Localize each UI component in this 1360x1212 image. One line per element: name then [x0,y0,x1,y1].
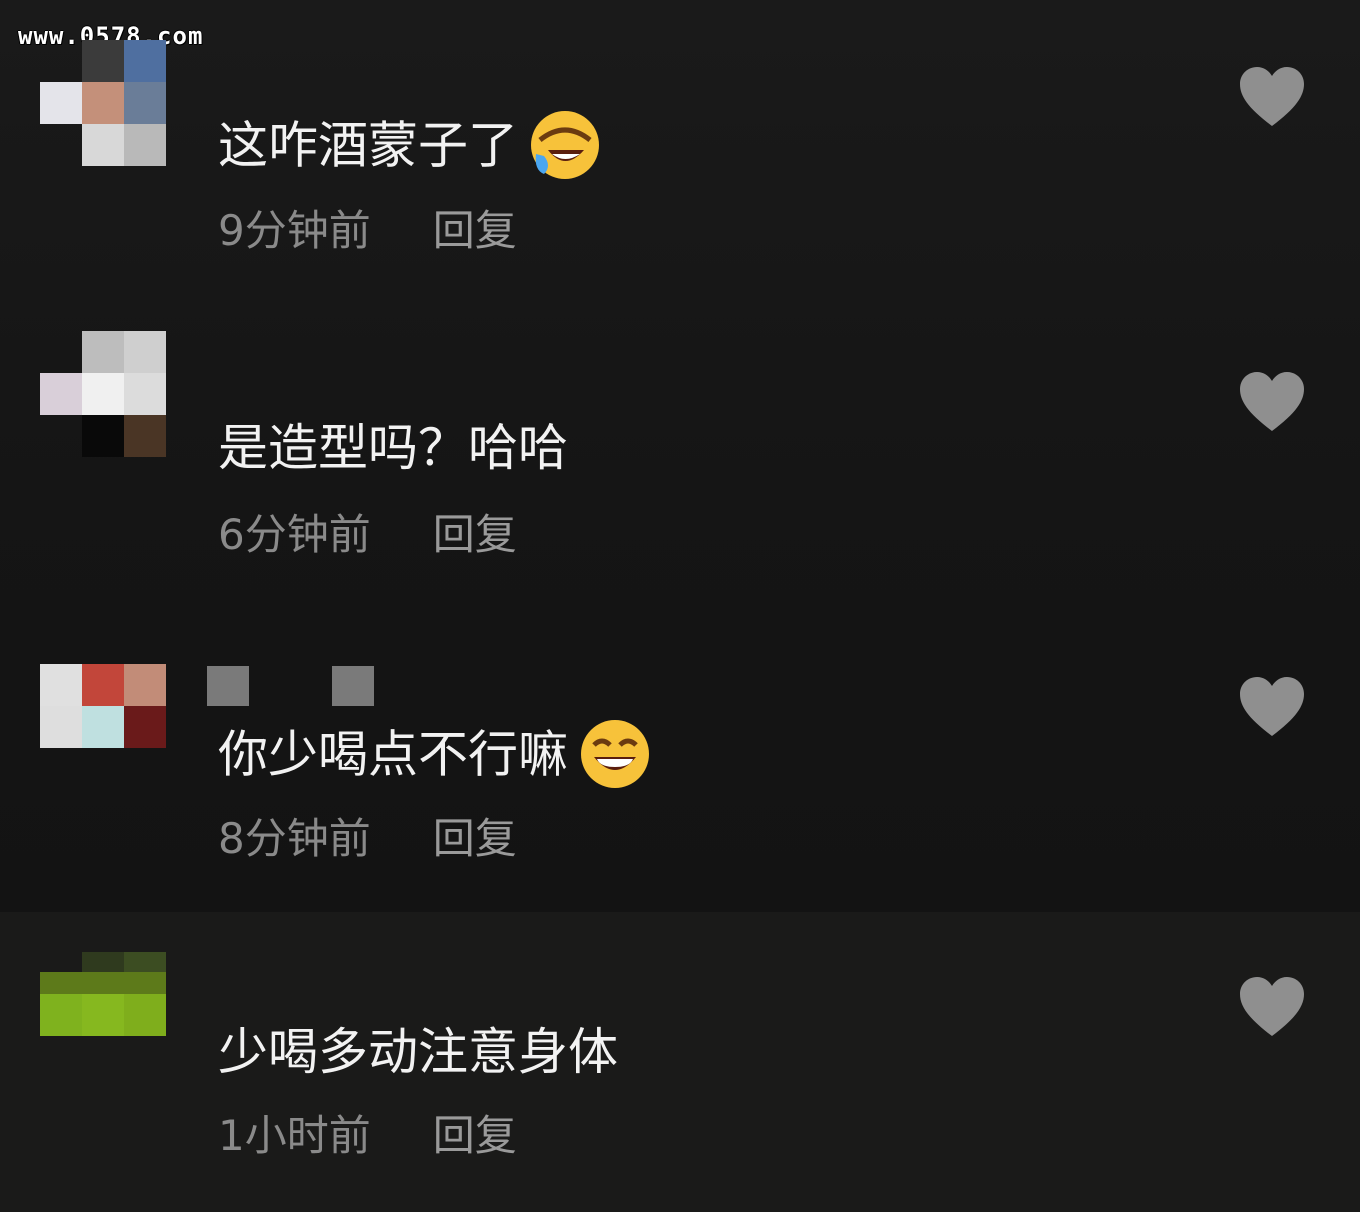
comment-meta: 1小时前 回复 [218,1111,517,1161]
comment-time: 1小时前 [218,1111,371,1160]
comment-time: 8分钟前 [218,814,371,863]
avatar[interactable] [40,952,168,1080]
heart-icon[interactable] [1238,66,1306,128]
rolling-on-floor-laughing-emoji [530,110,600,180]
comment-text-content: 你少喝点不行嘛 [218,725,568,784]
reply-button[interactable]: 回复 [433,814,517,863]
reply-button[interactable]: 回复 [433,206,517,255]
comment-text-content: 少喝多动注意身体 [218,1023,618,1081]
reply-button[interactable]: 回复 [433,1111,517,1160]
comment-meta: 6分钟前 回复 [218,510,517,560]
comment-meta: 9分钟前 回复 [218,206,517,256]
comment-text-content: 是造型吗？哈哈 [218,419,568,477]
comment-text-content: 这咋酒蒙子了 [218,116,518,175]
comment-item: 这咋酒蒙子了 9分钟前 回复 [0,0,1360,300]
comment-text: 你少喝点不行嘛 [218,720,650,793]
heart-icon[interactable] [1238,371,1306,433]
heart-icon[interactable] [1238,976,1306,1038]
comment-list-screen: www.0578.com 这咋酒蒙子了 9分钟前 回复 是造型吗？哈哈 6分钟前… [0,0,1360,1212]
comment-item: 是造型吗？哈哈 6分钟前 回复 [0,305,1360,605]
comment-meta: 8分钟前 回复 [218,814,517,864]
grinning-face-emoji [580,719,650,789]
comment-time: 9分钟前 [218,206,371,255]
comment-text: 是造型吗？哈哈 [218,418,568,478]
avatar[interactable] [40,664,168,792]
comment-text: 这咋酒蒙子了 [218,111,600,184]
reply-button[interactable]: 回复 [433,510,517,559]
avatar[interactable] [40,331,168,459]
avatar[interactable] [40,40,168,168]
comment-item: 你少喝点不行嘛 8分钟前 回复 [0,610,1360,910]
comment-text: 少喝多动注意身体 [218,1022,618,1082]
comment-time: 6分钟前 [218,510,371,559]
comment-item: 少喝多动注意身体 1小时前 回复 [0,912,1360,1212]
heart-icon[interactable] [1238,676,1306,738]
